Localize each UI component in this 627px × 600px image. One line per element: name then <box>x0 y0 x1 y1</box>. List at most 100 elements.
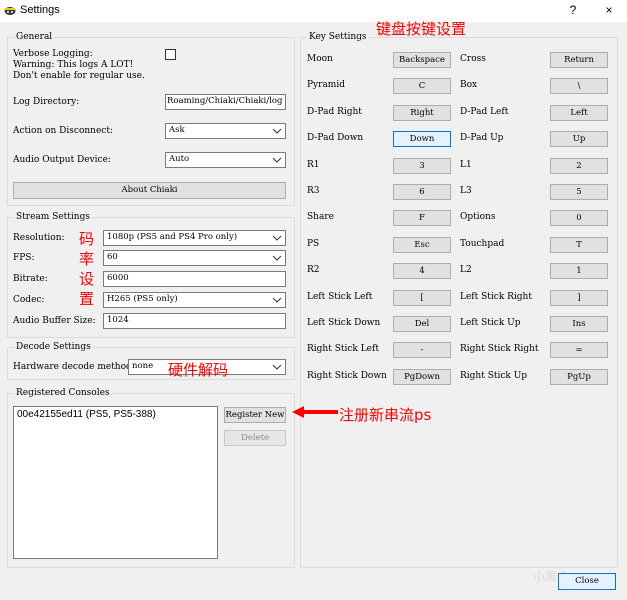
key-label: D-Pad Right <box>307 107 362 117</box>
key-binding-button[interactable]: - <box>393 342 451 358</box>
key-binding-button[interactable]: [ <box>393 290 451 306</box>
key-binding-button[interactable]: F <box>393 210 451 226</box>
list-item[interactable]: 00e42155ed11 (PS5, PS5-388) <box>17 409 156 420</box>
annotation-bitrate-char: 码 <box>79 230 95 248</box>
register-new-button[interactable]: Register New <box>224 407 286 423</box>
resolution-label: Resolution: <box>13 233 65 243</box>
annotation-hw-decode: 硬件解码 <box>168 361 229 379</box>
log-directory-label: Log Directory: <box>13 97 80 107</box>
annotation-bitrate: 码 率 设 置 <box>79 229 94 309</box>
key-binding-button[interactable]: 2 <box>550 158 608 174</box>
resolution-select[interactable]: 1080p (PS5 and PS4 Pro only) <box>103 230 286 246</box>
key-label: Touchpad <box>460 239 505 249</box>
stream-settings-legend: Stream Settings <box>16 212 90 222</box>
key-binding-button[interactable]: 1 <box>550 263 608 279</box>
chevron-down-icon <box>272 297 282 303</box>
key-binding-button[interactable]: Up <box>550 131 608 147</box>
key-binding-button[interactable]: 6 <box>393 184 451 200</box>
key-label: Left Stick Left <box>307 292 373 302</box>
chevron-down-icon <box>272 128 282 134</box>
key-binding-button[interactable]: Esc <box>393 237 451 253</box>
annotation-bitrate-char: 率 <box>79 250 95 268</box>
close-button[interactable]: Close <box>558 573 616 590</box>
key-binding-button[interactable]: = <box>550 342 608 358</box>
verbose-logging-checkbox[interactable] <box>165 49 176 60</box>
key-label: Right Stick Right <box>460 344 539 354</box>
key-label: Right Stick Left <box>307 344 379 354</box>
title-bar <box>0 0 627 22</box>
audio-buffer-field[interactable]: 1024 <box>103 313 286 329</box>
key-binding-button[interactable]: Del <box>393 316 451 332</box>
verbose-logging-label: Verbose Logging: Warning: This logs A LO… <box>13 49 145 81</box>
key-binding-button[interactable]: ] <box>550 290 608 306</box>
key-binding-button[interactable]: Return <box>550 52 608 68</box>
resolution-value: 1080p (PS5 and PS4 Pro only) <box>107 232 238 242</box>
key-binding-button[interactable]: PgUp <box>550 369 608 385</box>
fps-value: 60 <box>107 252 118 262</box>
codec-label: Codec: <box>13 295 45 305</box>
key-binding-button[interactable]: Backspace <box>393 52 451 68</box>
key-label: R2 <box>307 265 320 275</box>
key-binding-button[interactable]: 3 <box>393 158 451 174</box>
codec-select[interactable]: H265 (PS5 only) <box>103 292 286 308</box>
audio-output-label: Audio Output Device: <box>13 155 111 165</box>
key-settings-legend: Key Settings <box>309 32 367 42</box>
annotation-arrow-icon <box>292 406 338 418</box>
annotation-bitrate-char: 设 <box>79 270 95 288</box>
key-label: D-Pad Left <box>460 107 509 117</box>
key-label: D-Pad Down <box>307 133 364 143</box>
key-binding-button[interactable]: Down <box>393 131 451 147</box>
general-legend: General <box>16 32 53 42</box>
annotation-key-settings: 键盘按键设置 <box>376 20 467 38</box>
key-label: L2 <box>460 265 472 275</box>
key-binding-button[interactable]: PgDown <box>393 369 451 385</box>
codec-value: H265 (PS5 only) <box>107 294 178 304</box>
key-label: Share <box>307 212 334 222</box>
key-label: Right Stick Up <box>460 371 528 381</box>
key-label: Right Stick Down <box>307 371 387 381</box>
key-binding-button[interactable]: Right <box>393 105 451 121</box>
fps-select[interactable]: 60 <box>103 250 286 266</box>
hw-decode-label: Hardware decode method: <box>13 362 135 372</box>
audio-output-select[interactable]: Auto <box>165 152 286 168</box>
help-button[interactable]: ? <box>561 3 585 17</box>
window-title: Settings <box>20 4 60 16</box>
audio-buffer-label: Audio Buffer Size: <box>13 316 96 326</box>
disconnect-action-label: Action on Disconnect: <box>13 126 113 136</box>
key-binding-button[interactable]: 0 <box>550 210 608 226</box>
log-directory-field[interactable]: Roaming/Chiaki/Chiaki/log <box>165 94 286 110</box>
chevron-down-icon <box>272 364 282 370</box>
key-binding-button[interactable]: Ins <box>550 316 608 332</box>
key-label: R3 <box>307 186 320 196</box>
key-label: Moon <box>307 54 333 64</box>
annotation-bitrate-char: 置 <box>79 290 95 308</box>
hw-decode-value: none <box>132 361 154 371</box>
key-binding-button[interactable]: 5 <box>550 184 608 200</box>
key-label: R1 <box>307 160 320 170</box>
disconnect-action-select[interactable]: Ask <box>165 123 286 139</box>
audio-output-value: Auto <box>169 154 190 164</box>
fps-label: FPS: <box>13 253 35 263</box>
key-binding-button[interactable]: 4 <box>393 263 451 279</box>
bitrate-field[interactable]: 6000 <box>103 271 286 287</box>
key-label: Left Stick Down <box>307 318 381 328</box>
bitrate-label: Bitrate: <box>13 274 48 284</box>
key-binding-button[interactable]: \ <box>550 78 608 94</box>
chevron-down-icon <box>272 157 282 163</box>
consoles-list[interactable]: 00e42155ed11 (PS5, PS5-388) <box>13 406 218 559</box>
about-chiaki-button[interactable]: About Chiaki <box>13 182 286 199</box>
key-label: L3 <box>460 186 472 196</box>
key-label: Left Stick Up <box>460 318 521 328</box>
key-label: Pyramid <box>307 80 345 90</box>
disconnect-action-value: Ask <box>169 125 185 135</box>
key-label: Options <box>460 212 496 222</box>
decode-settings-legend: Decode Settings <box>16 342 91 352</box>
key-label: PS <box>307 239 320 249</box>
key-binding-button[interactable]: Left <box>550 105 608 121</box>
key-binding-button[interactable]: C <box>393 78 451 94</box>
key-label: L1 <box>460 160 472 170</box>
window-close-button[interactable]: × <box>597 3 621 17</box>
annotation-register: 注册新串流ps <box>339 406 432 424</box>
key-label: Box <box>460 80 478 90</box>
key-binding-button[interactable]: T <box>550 237 608 253</box>
